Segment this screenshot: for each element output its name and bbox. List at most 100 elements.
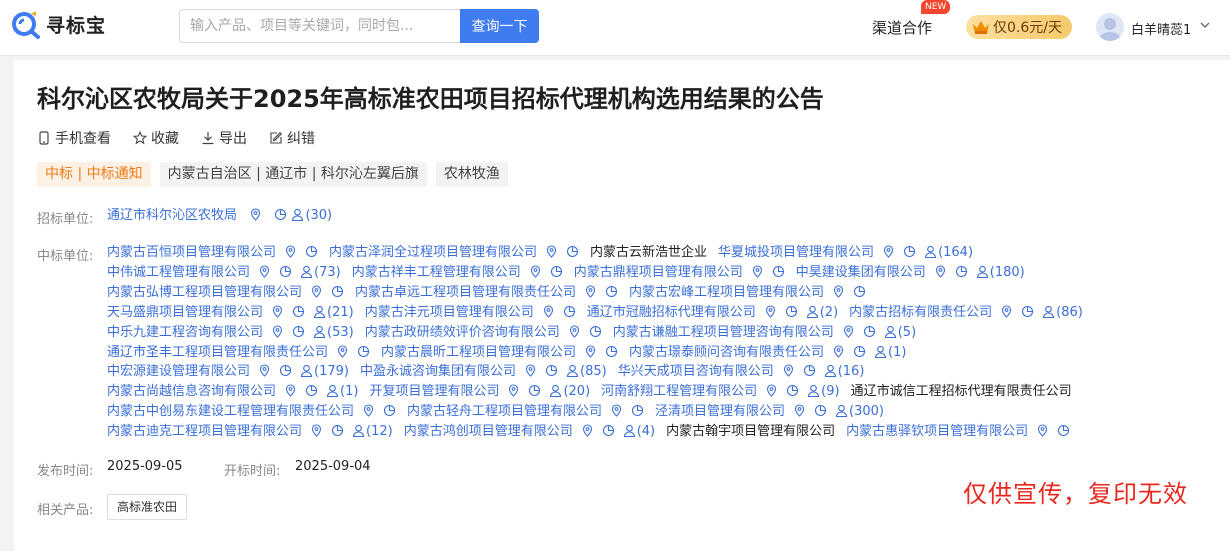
pie-chart-icon[interactable] [274, 208, 287, 221]
winner-company-link[interactable]: 华夏城投项目管理有限公司 [718, 245, 874, 260]
chevron-down-icon[interactable] [1199, 19, 1211, 31]
pie-chart-icon[interactable] [803, 364, 816, 377]
pie-chart-icon[interactable] [786, 384, 799, 397]
pie-chart-icon[interactable] [292, 305, 305, 318]
winner-contact-count[interactable]: (4) [623, 424, 655, 439]
winner-company-link[interactable]: 内蒙古鼎程项目管理有限公司 [574, 265, 743, 280]
pie-chart-icon[interactable] [853, 285, 866, 298]
pie-chart-icon[interactable] [863, 325, 876, 338]
pie-chart-icon[interactable] [279, 265, 292, 278]
pie-chart-icon[interactable] [785, 305, 798, 318]
pie-chart-icon[interactable] [772, 265, 785, 278]
pie-chart-icon[interactable] [903, 245, 916, 258]
mobile-view-button[interactable]: 手机查看 [37, 128, 111, 148]
winner-company-link[interactable]: 内蒙古璟泰顾问咨询有限责任公司 [629, 345, 824, 360]
winner-company-link[interactable]: 内蒙古弘博工程项目管理有限公司 [107, 285, 302, 300]
winner-company-link[interactable]: 开复项目管理有限公司 [369, 384, 499, 399]
pie-chart-icon[interactable] [631, 404, 644, 417]
user-name[interactable]: 白羊晴蕊1 [1131, 19, 1191, 38]
location-icon[interactable] [284, 245, 297, 258]
winner-company-link[interactable]: 内蒙古鸿创项目管理有限公司 [404, 424, 573, 439]
winner-contact-count[interactable]: (21) [313, 305, 354, 320]
winner-company-link[interactable]: 内蒙古宏峰工程项目管理有限公司 [629, 285, 824, 300]
winner-company-link[interactable]: 内蒙古晨昕工程项目管理有限公司 [381, 345, 576, 360]
location-icon[interactable] [507, 384, 520, 398]
winner-contact-count[interactable]: (9) [807, 384, 840, 399]
winner-company-link[interactable]: 中昊建设集团有限公司 [796, 265, 926, 280]
winner-company-link[interactable]: 内蒙古百恒项目管理有限公司 [107, 245, 276, 260]
winner-company-link[interactable]: 内蒙古云新浩世企业 [590, 245, 707, 260]
winner-company-link[interactable]: 内蒙古尚越信息咨询有限公司 [107, 384, 276, 399]
search-input[interactable] [179, 9, 461, 43]
winner-company-link[interactable]: 内蒙古翰宇项目管理有限公司 [666, 424, 835, 439]
location-icon[interactable] [258, 364, 271, 378]
favorite-button[interactable]: 收藏 [133, 128, 179, 148]
pie-chart-icon[interactable] [853, 345, 866, 358]
pie-chart-icon[interactable] [563, 305, 576, 318]
location-icon[interactable] [1036, 424, 1049, 437]
location-icon[interactable] [765, 384, 778, 398]
winner-contact-count[interactable]: (164) [924, 245, 973, 260]
location-icon[interactable] [529, 265, 542, 278]
location-icon[interactable] [793, 404, 806, 417]
winner-contact-count[interactable]: (300) [835, 404, 884, 419]
winner-company-link[interactable]: 内蒙古招标有限责任公司 [849, 305, 992, 320]
tenderer-link[interactable]: 通辽市科尔沁区农牧局 [107, 208, 237, 223]
pie-chart-icon[interactable] [305, 245, 318, 258]
related-product-tag[interactable]: 高标准农田 [107, 494, 188, 520]
location-icon[interactable] [842, 325, 855, 338]
location-icon[interactable] [310, 285, 323, 298]
winner-contact-count[interactable]: (2) [806, 305, 838, 320]
pie-chart-icon[interactable] [566, 245, 579, 258]
winner-company-link[interactable]: 内蒙古谦融工程项目管理咨询有限公司 [613, 325, 834, 340]
avatar[interactable] [1096, 13, 1124, 41]
location-icon[interactable] [832, 285, 845, 298]
winner-company-link[interactable]: 内蒙古政研绩效评价咨询有限公司 [365, 325, 560, 340]
location-icon[interactable] [271, 305, 284, 318]
winner-contact-count[interactable]: (179) [300, 364, 349, 379]
location-icon[interactable] [249, 208, 262, 221]
location-icon[interactable] [934, 265, 947, 278]
pie-chart-icon[interactable] [605, 345, 618, 358]
winner-contact-count[interactable]: (5) [884, 325, 916, 340]
correction-button[interactable]: 纠错 [269, 128, 315, 148]
type-tag[interactable]: 中标 | 中标通知 [37, 162, 151, 187]
winner-company-link[interactable]: 中乐九建工程咨询有限公司 [107, 325, 263, 340]
winner-company-link[interactable]: 河南舒翔工程管理有限公司 [601, 384, 757, 399]
winner-contact-count[interactable]: (1) [326, 384, 358, 399]
winner-contact-count[interactable]: (180) [976, 265, 1025, 280]
location-icon[interactable] [310, 424, 323, 437]
pie-chart-icon[interactable] [605, 285, 618, 298]
winner-contact-count[interactable]: (12) [352, 424, 393, 439]
location-icon[interactable] [568, 325, 581, 338]
pie-chart-icon[interactable] [602, 424, 615, 437]
winner-company-link[interactable]: 内蒙古轻舟工程项目管理有限公司 [407, 404, 602, 419]
winner-company-link[interactable]: 内蒙古卓远工程项目管理有限责任公司 [355, 285, 576, 300]
winner-contact-count[interactable]: (20) [549, 384, 590, 399]
winner-company-link[interactable]: 华兴天成项目咨询有限公司 [618, 364, 774, 379]
location-icon[interactable] [782, 364, 795, 378]
pie-chart-icon[interactable] [814, 404, 827, 417]
winner-company-link[interactable]: 内蒙古沣元项目管理有限公司 [365, 305, 534, 320]
pie-chart-icon[interactable] [383, 404, 396, 417]
winner-company-link[interactable]: 内蒙古祥丰工程管理有限公司 [352, 265, 521, 280]
location-icon[interactable] [764, 305, 777, 318]
location-icon[interactable] [610, 404, 623, 417]
pie-chart-icon[interactable] [292, 325, 305, 338]
winner-contact-count[interactable]: (85) [566, 364, 607, 379]
region-tag[interactable]: 内蒙古自治区 | 通辽市 | 科尔沁左翼后旗 [159, 162, 427, 187]
vip-button[interactable]: 仅0.6元/天 [966, 15, 1072, 39]
winner-company-link[interactable]: 中盈永诚咨询集团有限公司 [360, 364, 516, 379]
winner-company-link[interactable]: 中宏源建设管理有限公司 [107, 364, 250, 379]
location-icon[interactable] [362, 404, 375, 417]
winner-contact-count[interactable]: (16) [824, 364, 864, 379]
site-logo[interactable]: 寻标宝 [11, 9, 106, 39]
location-icon[interactable] [581, 424, 594, 437]
winner-contact-count[interactable]: (73) [300, 265, 341, 280]
location-icon[interactable] [524, 364, 537, 378]
winner-company-link[interactable]: 通辽市圣丰工程项目管理有限责任公司 [107, 345, 328, 360]
channel-cooperation-link[interactable]: 渠道合作 [872, 17, 932, 38]
winner-company-link[interactable]: 内蒙古泽润全过程项目管理有限公司 [329, 245, 537, 260]
winner-company-link[interactable]: 内蒙古中创易东建设工程管理有限责任公司 [107, 404, 354, 419]
location-icon[interactable] [258, 265, 271, 278]
